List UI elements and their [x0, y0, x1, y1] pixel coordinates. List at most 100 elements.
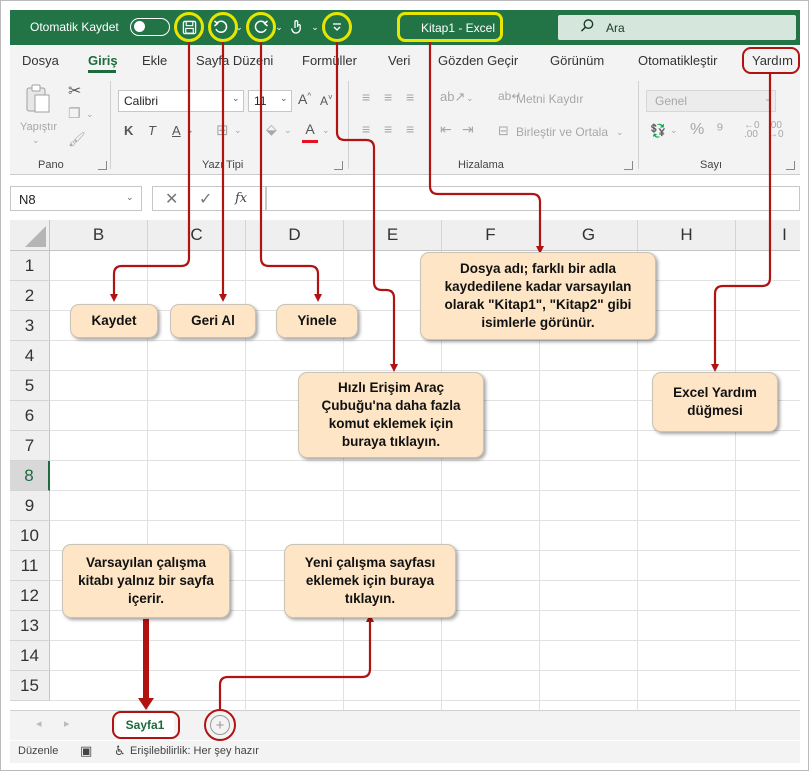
column-header-h[interactable]: H — [638, 220, 736, 251]
decrease-font-icon[interactable]: A˅ — [320, 93, 333, 108]
select-all-corner[interactable] — [10, 220, 50, 251]
paste-icon[interactable] — [24, 83, 52, 118]
accessibility-status[interactable]: Erişilebilirlik: Her şey hazır — [130, 745, 259, 757]
font-color-icon[interactable]: A — [302, 121, 318, 143]
row-header-15[interactable]: 15 — [10, 671, 50, 701]
column-header-i[interactable]: I — [736, 220, 800, 251]
row-header-4[interactable]: 4 — [10, 341, 50, 371]
row-header-9[interactable]: 9 — [10, 491, 50, 521]
align-right-icon[interactable]: ≡ — [406, 121, 414, 137]
bold-button[interactable]: K — [124, 123, 133, 138]
currency-chevron-icon[interactable]: ⌄ — [670, 125, 678, 136]
accessibility-icon[interactable]: ♿ — [114, 743, 126, 759]
search-box[interactable]: Ara — [558, 15, 796, 40]
merge-center-chevron-icon[interactable]: ⌄ — [616, 127, 624, 138]
row-header-10[interactable]: 10 — [10, 521, 50, 551]
scroll-left-icon[interactable]: ◂ — [36, 717, 42, 730]
fill-color-icon[interactable]: ⬙ — [266, 121, 277, 138]
cancel-icon[interactable]: ✕ — [165, 189, 178, 209]
underline-chevron-icon[interactable]: ⌄ — [186, 125, 194, 136]
orientation-chevron-icon[interactable]: ⌄ — [466, 93, 474, 104]
ribbon-home: Yapıştır ⌄ ✂ ❐ ⌄ 🖌 Pano Calibri ⌄ 11 ⌄ A… — [10, 75, 800, 175]
align-middle-icon[interactable]: ≡ — [384, 89, 392, 105]
increase-font-icon[interactable]: A^ — [298, 91, 311, 107]
tab-page-layout[interactable]: Sayfa Düzeni — [196, 53, 273, 68]
underline-button[interactable]: A — [172, 123, 181, 138]
paste-label[interactable]: Yapıştır — [20, 121, 57, 133]
column-header-f[interactable]: F — [442, 220, 540, 251]
row-header-7[interactable]: 7 — [10, 431, 50, 461]
align-center-icon[interactable]: ≡ — [384, 121, 392, 137]
fill-color-chevron-icon[interactable]: ⌄ — [284, 125, 292, 136]
row-header-5[interactable]: 5 — [10, 371, 50, 401]
ribbon-separator — [348, 81, 349, 169]
borders-icon[interactable]: ⊞ — [216, 121, 229, 139]
tab-insert[interactable]: Ekle — [142, 53, 167, 68]
font-name-box[interactable]: Calibri — [118, 90, 244, 112]
tab-automate[interactable]: Otomatikleştir — [638, 53, 717, 68]
format-painter-icon[interactable]: 🖌 — [68, 131, 86, 148]
wrap-text-label[interactable]: Metni Kaydır — [516, 92, 583, 106]
row-header-2[interactable]: 2 — [10, 281, 50, 311]
column-header-b[interactable]: B — [50, 220, 148, 251]
row-header-14[interactable]: 14 — [10, 641, 50, 671]
row-header-3[interactable]: 3 — [10, 311, 50, 341]
increase-indent-icon[interactable]: ⇥ — [462, 121, 474, 138]
macro-record-icon[interactable]: ▣ — [80, 743, 92, 759]
percent-icon[interactable]: % — [690, 121, 704, 139]
orientation-icon[interactable]: ab↗ — [440, 89, 465, 105]
cut-icon[interactable]: ✂ — [68, 81, 81, 101]
row-header-11[interactable]: 11 — [10, 551, 50, 581]
borders-chevron-icon[interactable]: ⌄ — [234, 125, 242, 136]
font-size-chevron-icon[interactable]: ⌄ — [280, 93, 288, 104]
column-header-d[interactable]: D — [246, 220, 344, 251]
align-bottom-icon[interactable]: ≡ — [406, 89, 414, 105]
align-left-icon[interactable]: ≡ — [362, 121, 370, 137]
row-header-1[interactable]: 1 — [10, 251, 50, 281]
decrease-indent-icon[interactable]: ⇤ — [440, 121, 452, 138]
column-header-c[interactable]: C — [148, 220, 246, 251]
row-header-6[interactable]: 6 — [10, 401, 50, 431]
increase-decimal-icon[interactable]: ←0.00 — [744, 121, 760, 140]
enter-icon[interactable]: ✓ — [199, 189, 212, 209]
font-name-chevron-icon[interactable]: ⌄ — [232, 93, 240, 104]
insert-function-icon[interactable]: fx — [235, 191, 247, 206]
tab-view[interactable]: Görünüm — [550, 53, 604, 68]
number-format-box[interactable]: Genel — [646, 90, 776, 112]
autosave-toggle[interactable] — [130, 18, 170, 36]
font-launcher-icon[interactable] — [334, 161, 343, 170]
worksheet-grid[interactable]: B C D E F G H I 1 2 3 4 5 6 7 8 9 10 11 12 13 14 15 — [10, 220, 800, 710]
name-box-chevron-icon[interactable]: ⌄ — [126, 192, 134, 203]
row-header-12[interactable]: 12 — [10, 581, 50, 611]
row-header-8[interactable]: 8 — [10, 461, 50, 491]
callout-redo: Yinele — [276, 304, 358, 338]
merge-center-icon[interactable]: ⊟ — [498, 123, 509, 139]
alignment-launcher-icon[interactable] — [624, 161, 633, 170]
clipboard-launcher-icon[interactable] — [98, 161, 107, 170]
search-placeholder: Ara — [606, 21, 625, 35]
align-top-icon[interactable]: ≡ — [362, 89, 370, 105]
copy-dropdown-chevron-icon[interactable]: ⌄ — [86, 109, 94, 120]
number-launcher-icon[interactable] — [786, 161, 795, 170]
copy-icon[interactable]: ❐ — [68, 105, 81, 122]
comma-style-icon[interactable]: ⁹ — [716, 119, 724, 140]
merge-center-label[interactable]: Birleştir ve Ortala — [516, 125, 608, 139]
row-header-13[interactable]: 13 — [10, 611, 50, 641]
font-color-chevron-icon[interactable]: ⌄ — [322, 125, 330, 136]
formula-input[interactable] — [266, 186, 800, 211]
tab-home[interactable]: Giriş — [88, 53, 118, 68]
currency-icon[interactable]: 💱 — [650, 123, 666, 139]
italic-button[interactable]: T — [148, 123, 156, 138]
tab-data[interactable]: Veri — [388, 53, 410, 68]
scroll-right-icon[interactable]: ▸ — [64, 717, 70, 730]
tab-file[interactable]: Dosya — [22, 53, 59, 68]
save-highlight — [174, 12, 204, 42]
decrease-decimal-icon[interactable]: .00 →0 — [768, 121, 784, 140]
tab-formulas[interactable]: Formüller — [302, 53, 357, 68]
column-header-g[interactable]: G — [540, 220, 638, 251]
paste-dropdown-chevron-icon[interactable]: ⌄ — [32, 135, 40, 146]
number-format-chevron-icon[interactable]: ⌄ — [764, 93, 772, 104]
name-box[interactable]: N8 — [10, 186, 142, 211]
tab-review[interactable]: Gözden Geçir — [438, 53, 518, 68]
column-header-e[interactable]: E — [344, 220, 442, 251]
